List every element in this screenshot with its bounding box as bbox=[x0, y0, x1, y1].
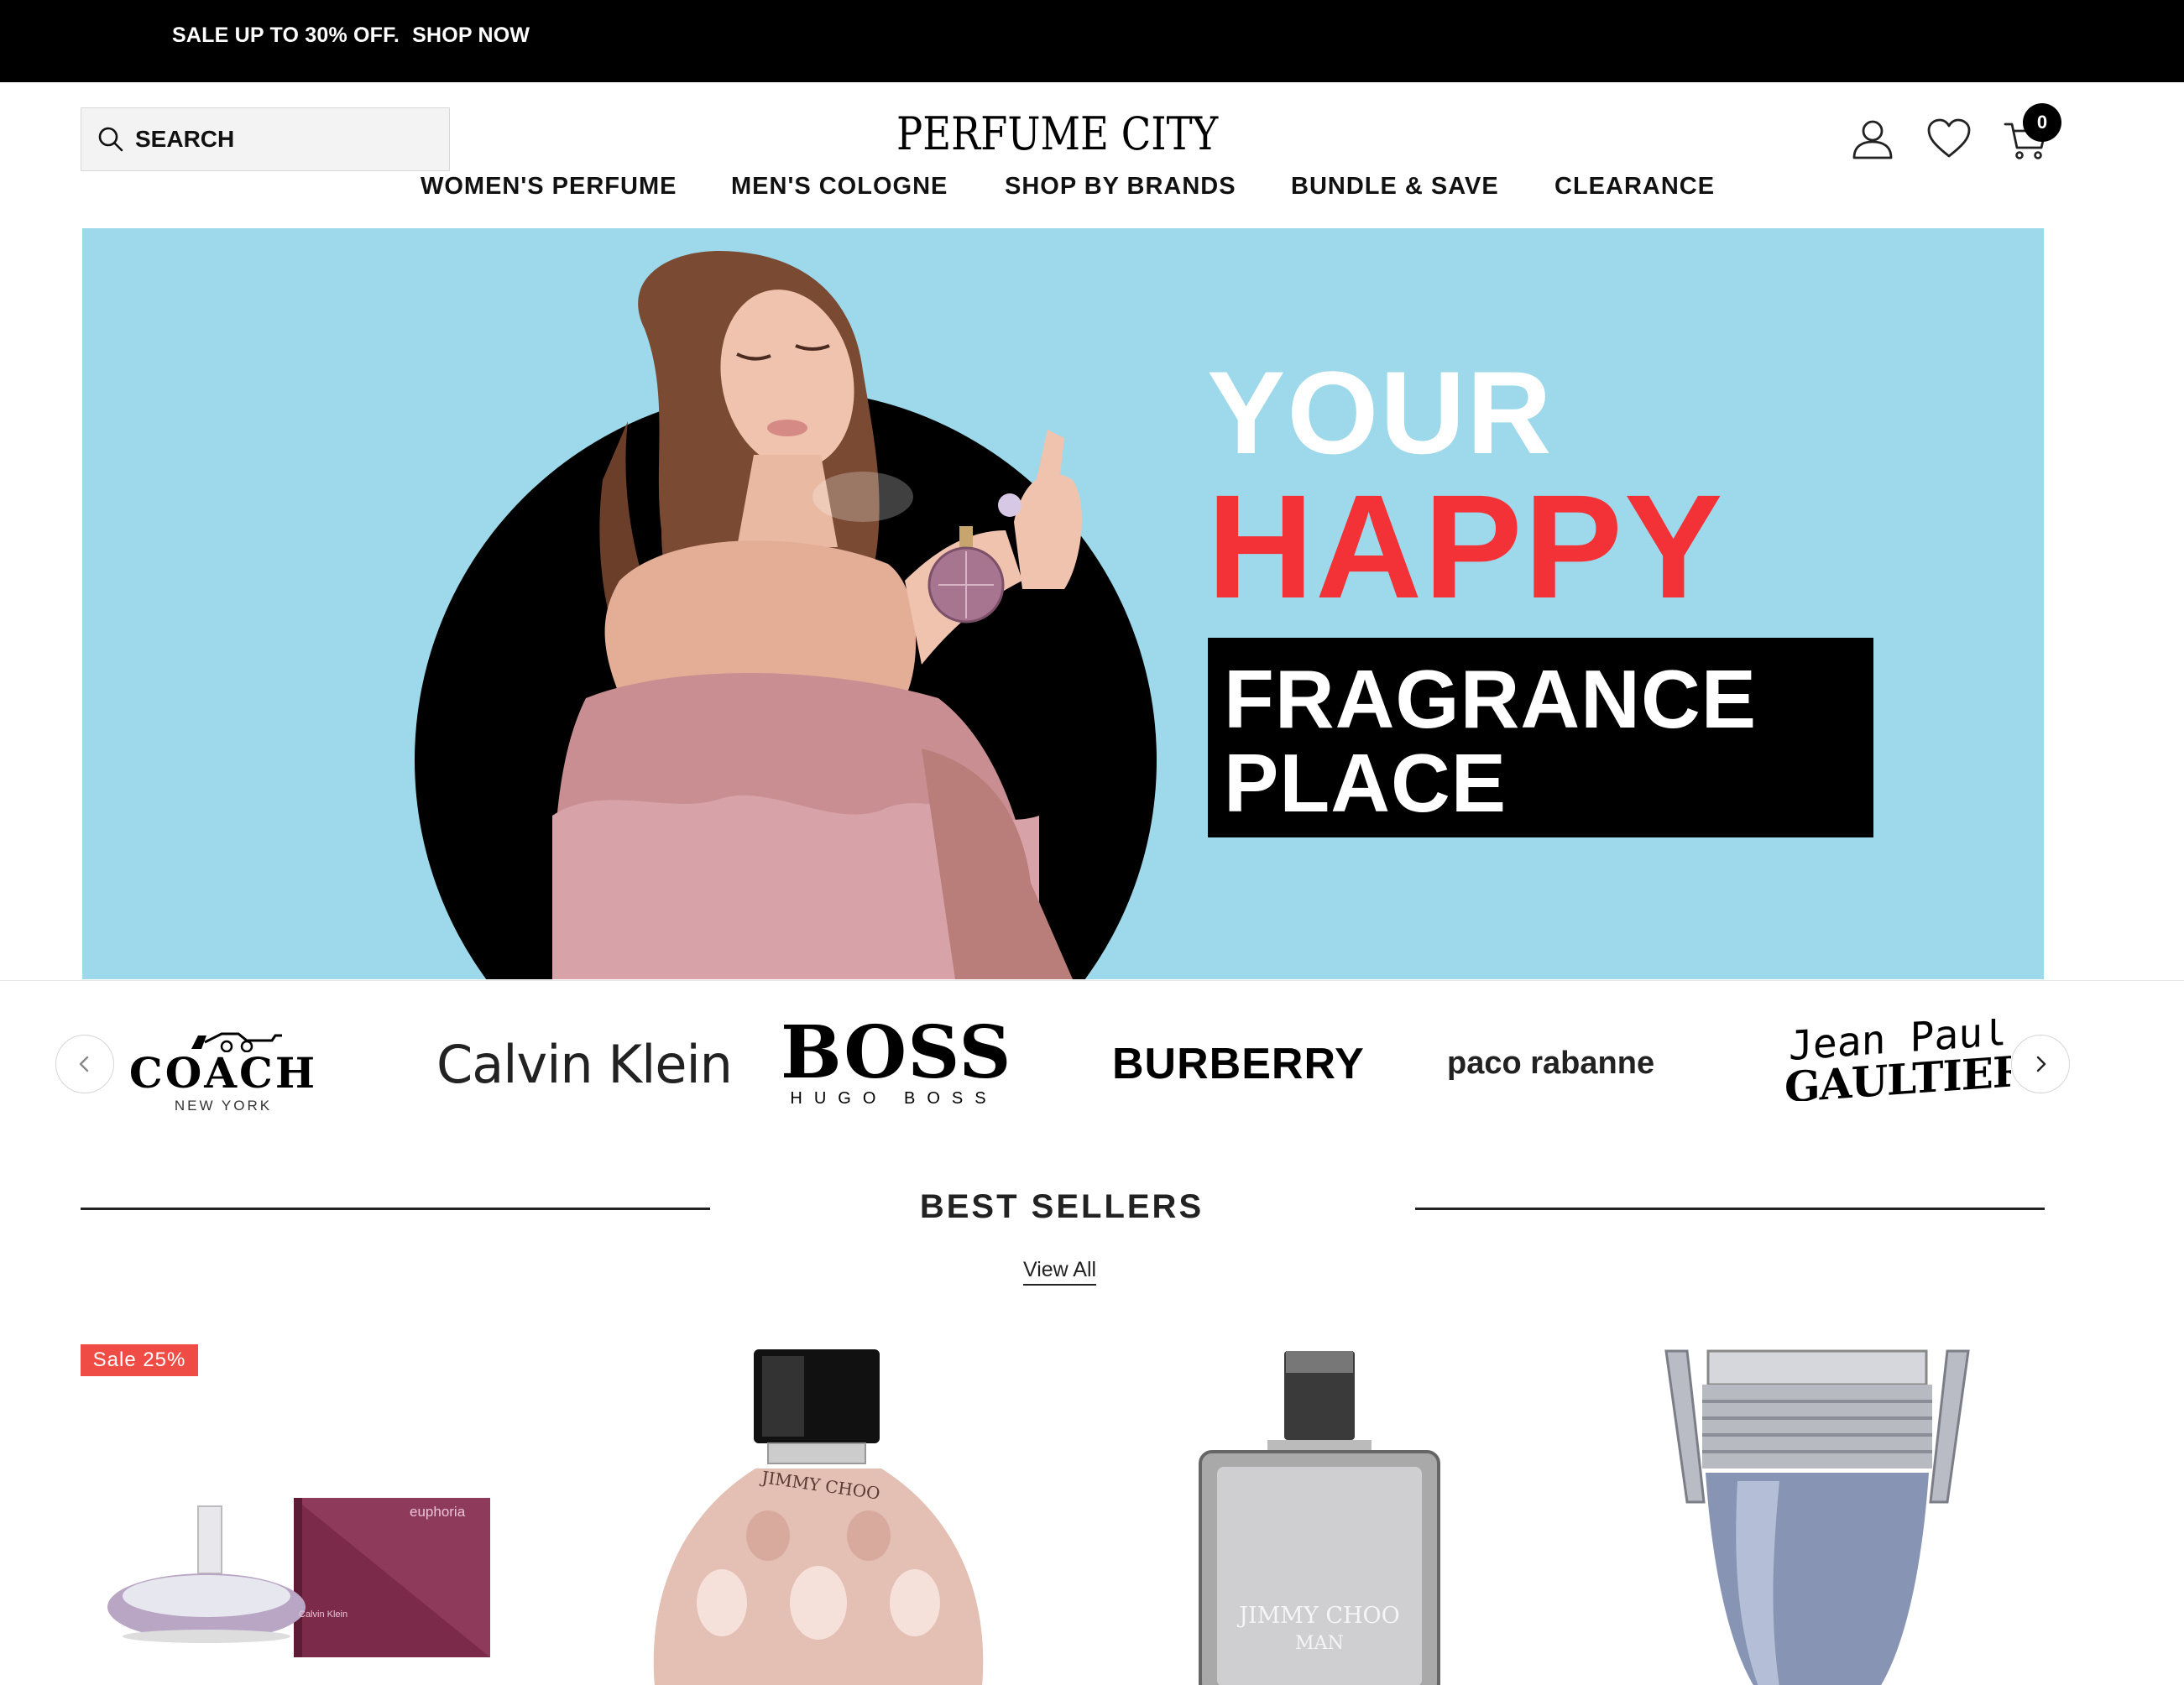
product-image bbox=[1199, 1351, 1440, 1685]
search-box[interactable] bbox=[81, 107, 450, 171]
chevron-left-icon bbox=[79, 1056, 89, 1072]
product-box-brand: Calvin Klein bbox=[299, 1609, 348, 1620]
search-icon[interactable] bbox=[97, 125, 125, 154]
view-all-link[interactable]: View All bbox=[1023, 1258, 1097, 1286]
product-image bbox=[653, 1349, 984, 1685]
brand-boss-name: BOSS bbox=[781, 1010, 1012, 1095]
wishlist-heart-icon[interactable] bbox=[1925, 116, 1972, 163]
chevron-right-icon bbox=[2036, 1056, 2046, 1072]
best-sellers-title: BEST SELLERS bbox=[919, 1188, 1204, 1225]
sale-badge: Sale 25% bbox=[81, 1344, 198, 1376]
brand-logo-paco-rabanne[interactable]: paco rabanne bbox=[1447, 1046, 1654, 1082]
carousel-prev-button[interactable] bbox=[55, 1035, 114, 1093]
hero-model-image bbox=[552, 250, 1082, 979]
brand-coach-sub: NEW YORK bbox=[174, 1098, 273, 1114]
site-logo[interactable]: PERFUME CITY bbox=[896, 107, 1218, 160]
product-bottle-subtext: MAN bbox=[1295, 1633, 1344, 1654]
account-icon[interactable] bbox=[1849, 116, 1896, 163]
product-card[interactable]: euphoria Calvin Klein bbox=[81, 1326, 534, 1685]
nav-mens-cologne[interactable]: MEN'S COLOGNE bbox=[731, 173, 948, 201]
hero-heading-happy: HAPPY bbox=[1207, 465, 1725, 629]
nav-shop-by-brands[interactable]: SHOP BY BRANDS bbox=[1005, 173, 1236, 201]
hero-heading-fragrance: FRAGRANCE bbox=[1224, 653, 1758, 745]
hero-banner[interactable]: YOUR HAPPY FRAGRANCE PLACE bbox=[82, 228, 2044, 979]
brand-logo-jean-paul-gaultier[interactable]: Jean Paul GAULTIER bbox=[1784, 1019, 2011, 1101]
announcement-sale-text: SALE UP TO 30% OFF. bbox=[172, 23, 400, 47]
cart-count-badge[interactable]: 0 bbox=[2023, 103, 2061, 142]
announcement-bar: SALE UP TO 30% OFF. SHOP NOW bbox=[0, 0, 2184, 82]
coach-carriage-icon bbox=[191, 1032, 282, 1052]
brand-boss-sub: HUGO BOSS bbox=[790, 1089, 998, 1108]
brand-logo-calvin-klein[interactable]: Calvin Klein bbox=[436, 1034, 733, 1095]
brand-logo-boss[interactable]: BOSS HUGO BOSS bbox=[781, 1010, 1012, 1109]
product-image bbox=[107, 1498, 490, 1657]
product-box-text: euphoria bbox=[410, 1504, 466, 1520]
main-nav: WOMEN'S PERFUME MEN'S COLOGNE SHOP BY BR… bbox=[0, 173, 2184, 206]
product-bottle-text: JIMMY CHOO bbox=[1239, 1603, 1400, 1629]
brand-logo-coach[interactable]: COACH NEW YORK bbox=[106, 1022, 341, 1114]
nav-bundle-save[interactable]: BUNDLE & SAVE bbox=[1291, 173, 1499, 201]
product-card[interactable] bbox=[1628, 1326, 2014, 1685]
carousel-next-button[interactable] bbox=[2011, 1035, 2070, 1093]
nav-clearance[interactable]: CLEARANCE bbox=[1554, 173, 1715, 201]
hero-heading-place: PLACE bbox=[1224, 737, 1507, 829]
shop-now-link[interactable]: SHOP NOW bbox=[412, 23, 530, 47]
product-card[interactable]: JIMMY CHOO bbox=[621, 1326, 1024, 1685]
announcement-text: SALE UP TO 30% OFF. SHOP NOW bbox=[172, 23, 530, 48]
product-image bbox=[1664, 1349, 1970, 1685]
nav-womens-perfume[interactable]: WOMEN'S PERFUME bbox=[421, 173, 677, 201]
search-input[interactable] bbox=[135, 126, 421, 153]
hero-heading-your: YOUR bbox=[1207, 347, 1554, 478]
product-card[interactable]: JIMMY CHOO MAN bbox=[1125, 1326, 1528, 1685]
brand-coach-name: COACH bbox=[128, 1048, 318, 1098]
brand-logo-burberry[interactable]: BURBERRY bbox=[1112, 1039, 1365, 1089]
